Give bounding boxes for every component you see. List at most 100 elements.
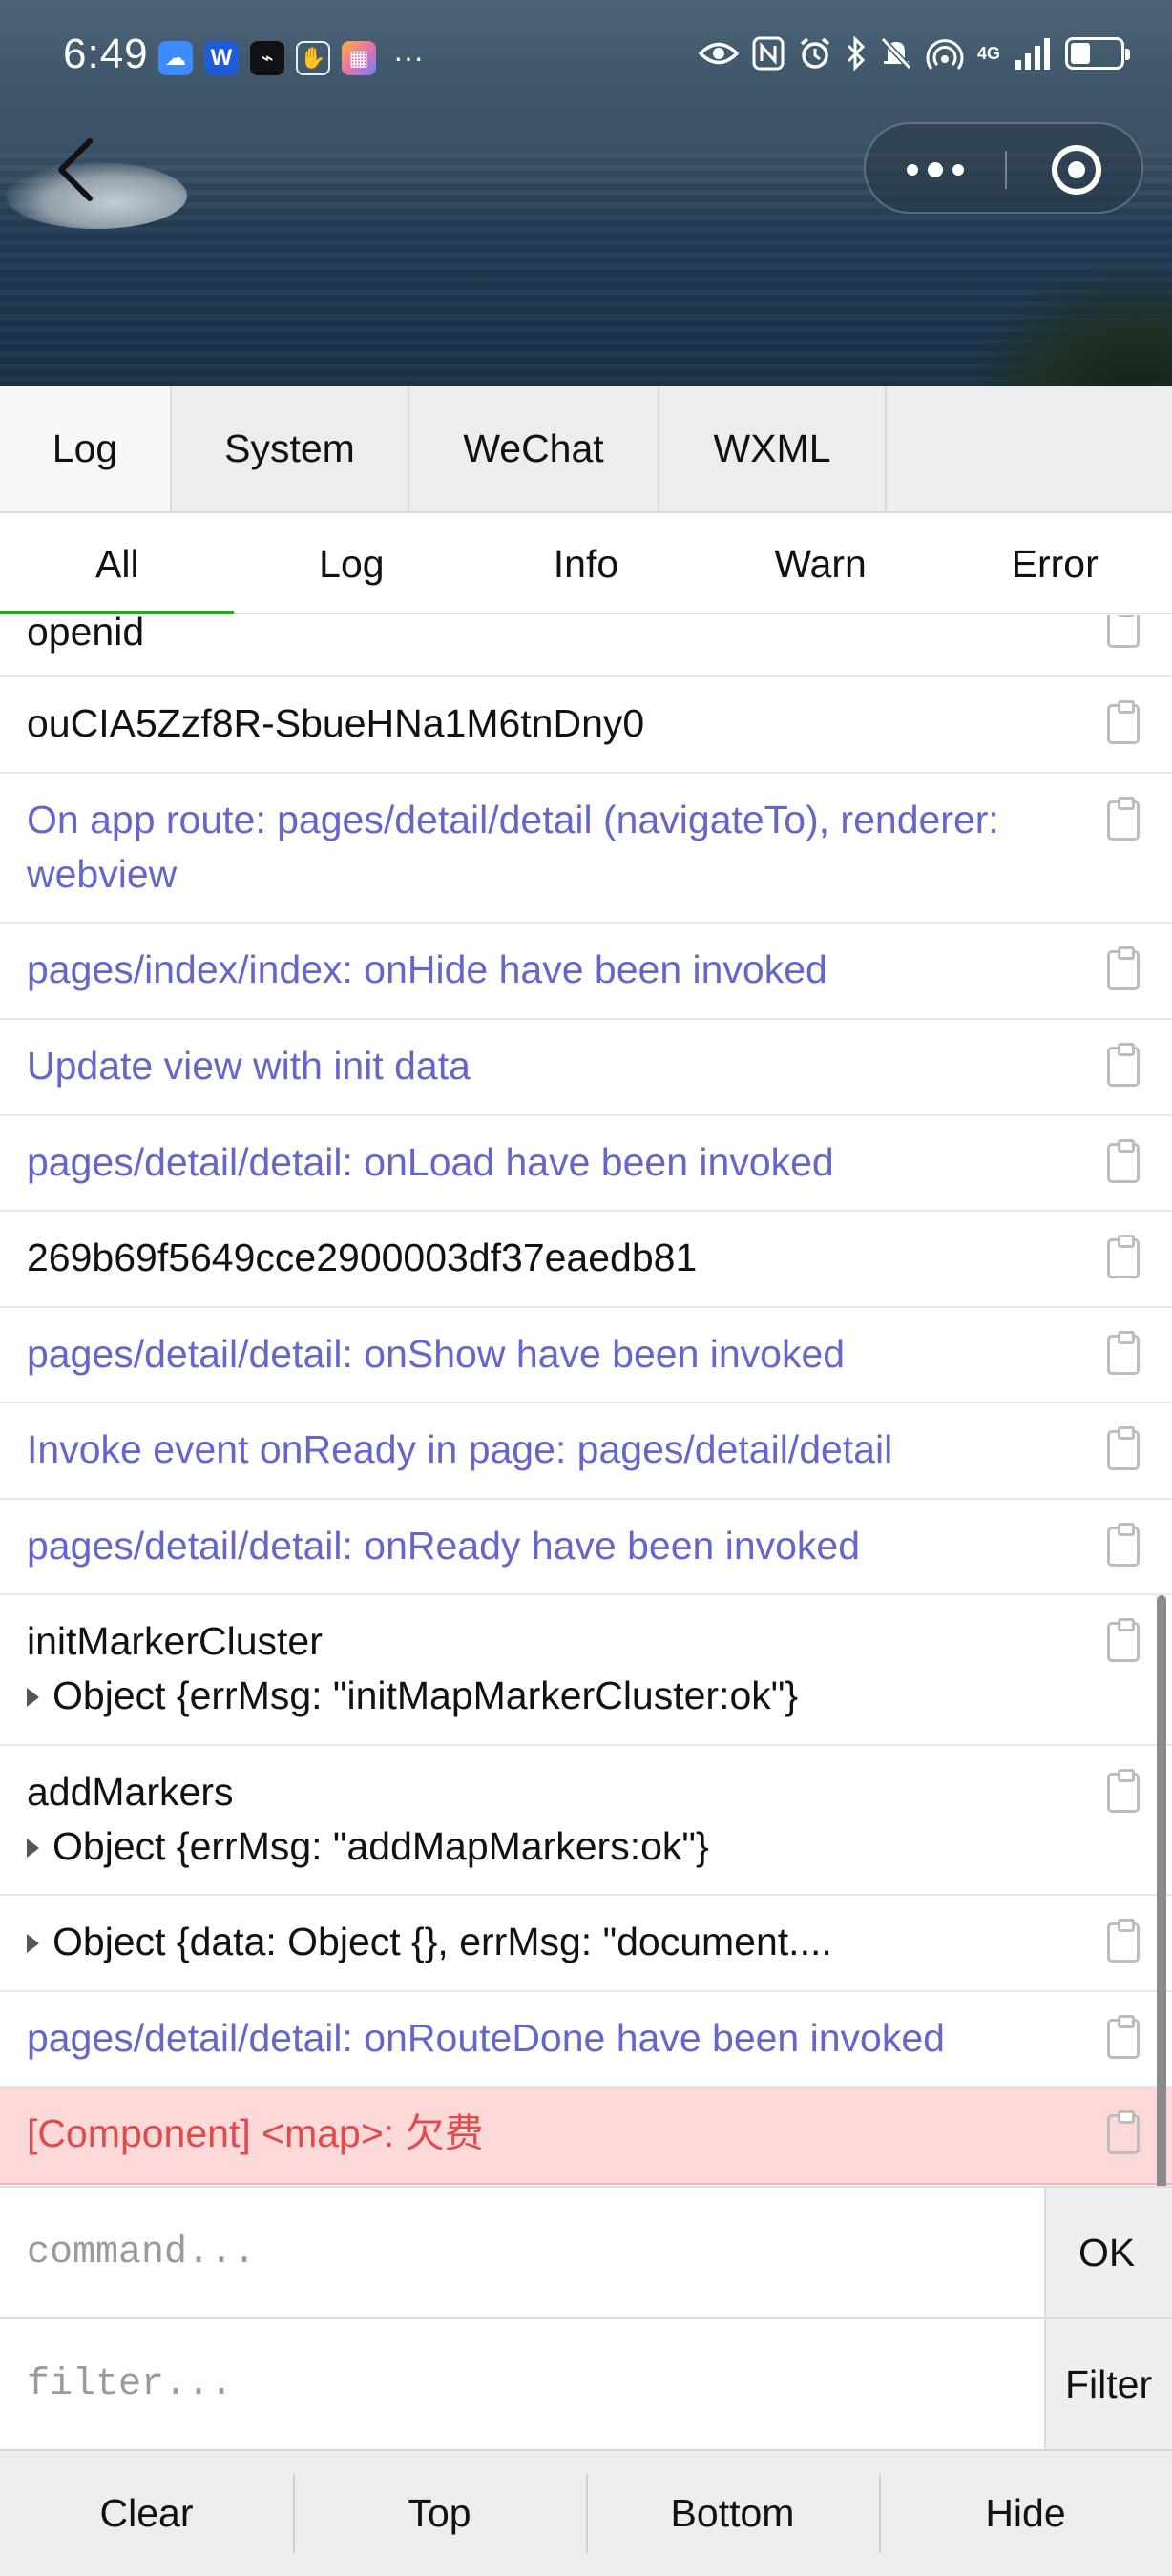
subtab-info[interactable]: Info xyxy=(469,515,703,613)
top-button[interactable]: Top xyxy=(293,2451,586,2576)
log-message-error: [Component] <map>: 欠费 xyxy=(27,2111,484,2155)
more-dots-icon[interactable] xyxy=(866,124,1005,216)
copy-icon[interactable] xyxy=(1107,2015,1140,2059)
status-bar: 6:49 ☁ W ⌁ ✋ ▦ ··· 4G xyxy=(0,0,1172,114)
signal-strength-icon xyxy=(1015,38,1050,70)
header-background-photo: 6:49 ☁ W ⌁ ✋ ▦ ··· 4G xyxy=(0,0,1172,386)
filter-button[interactable]: Filter xyxy=(1044,2319,1172,2449)
log-row: pages/detail/detail: onReady have been i… xyxy=(0,1500,1172,1595)
copy-icon[interactable] xyxy=(1107,1235,1140,1278)
expand-triangle-icon[interactable] xyxy=(27,1839,39,1858)
copy-icon[interactable] xyxy=(1107,946,1140,990)
bottom-button[interactable]: Bottom xyxy=(586,2451,879,2576)
object-summary: Object {errMsg: "initMapMarkerCluster:ok… xyxy=(52,1673,799,1717)
command-row: OK xyxy=(0,2186,1172,2317)
log-message: openid xyxy=(27,615,145,654)
log-row: Invoke event onReady in page: pages/deta… xyxy=(0,1403,1172,1500)
tab-wechat[interactable]: WeChat xyxy=(409,386,659,511)
w-app-icon: W xyxy=(204,40,239,75)
log-message: On app route: pages/detail/detail (navig… xyxy=(27,798,999,896)
copy-icon[interactable] xyxy=(1107,1043,1140,1087)
log-row: pages/index/index: onHide have been invo… xyxy=(0,924,1172,1020)
copy-icon[interactable] xyxy=(1107,615,1140,648)
clear-button[interactable]: Clear xyxy=(0,2451,293,2576)
log-row: Update view with init data xyxy=(0,1020,1172,1116)
hide-button[interactable]: Hide xyxy=(879,2451,1172,2576)
filter-input[interactable] xyxy=(0,2319,1044,2449)
log-row: ouCIA5Zzf8R-SbueHNa1M6tnDny0 xyxy=(0,677,1172,774)
command-input[interactable] xyxy=(0,2188,1044,2317)
log-message: pages/detail/detail: onShow have been in… xyxy=(27,1332,846,1376)
copy-icon[interactable] xyxy=(1107,1331,1140,1375)
log-row: pages/detail/detail: onShow have been in… xyxy=(0,1308,1172,1403)
log-row: openid xyxy=(0,615,1172,677)
miniprogram-capsule xyxy=(864,122,1143,214)
hotspot-icon xyxy=(926,39,964,70)
log-message: pages/detail/detail: onLoad have been in… xyxy=(27,1140,834,1184)
eye-comfort-icon xyxy=(698,42,739,65)
copy-icon[interactable] xyxy=(1107,700,1140,744)
copy-icon[interactable] xyxy=(1107,1523,1140,1567)
tab-log[interactable]: Log xyxy=(0,386,172,511)
log-row: addMarkers Object {errMsg: "addMapMarker… xyxy=(0,1746,1172,1896)
command-ok-button[interactable]: OK xyxy=(1044,2188,1172,2317)
log-label: initMarkerCluster xyxy=(27,1619,323,1663)
expandable-object[interactable]: Object {errMsg: "addMapMarkers:ok"} xyxy=(27,1819,1092,1874)
nfc-icon xyxy=(752,36,785,71)
subtab-warn[interactable]: Warn xyxy=(703,515,938,613)
expandable-object[interactable]: Object {errMsg: "initMapMarkerCluster:ok… xyxy=(27,1669,1092,1723)
log-message: initMarkerCluster Object {errMsg: "initM… xyxy=(27,1614,1092,1723)
log-row: On app route: pages/detail/detail (navig… xyxy=(0,774,1172,924)
log-message: Invoke event onReady in page: pages/deta… xyxy=(27,1427,893,1471)
alarm-icon xyxy=(800,37,830,69)
copy-icon[interactable] xyxy=(1107,1618,1140,1662)
back-arrow-icon[interactable] xyxy=(44,132,111,208)
cloud-app-icon: ☁ xyxy=(158,40,193,75)
bluetooth-icon xyxy=(847,36,866,71)
log-row: 269b69f5649cce2900003df37eaedb81 xyxy=(0,1212,1172,1308)
network-type-label: 4G xyxy=(976,44,1000,63)
expandable-object[interactable]: Object {data: Object {}, errMsg: "docume… xyxy=(27,1915,1092,1969)
log-message: Object {data: Object {}, errMsg: "docume… xyxy=(27,1915,1092,1969)
close-miniprogram-icon[interactable] xyxy=(1007,124,1145,216)
subtab-error[interactable]: Error xyxy=(937,515,1172,613)
bird-app-icon: ⌁ xyxy=(250,40,284,75)
subtab-log[interactable]: Log xyxy=(235,515,470,613)
log-row: Object {data: Object {}, errMsg: "docume… xyxy=(0,1896,1172,1992)
copy-icon[interactable] xyxy=(1107,2110,1140,2154)
tab-bar-filler xyxy=(887,386,1172,511)
status-app-icons: ☁ W ⌁ ✋ ▦ ··· xyxy=(158,40,424,75)
filter-row: Filter xyxy=(0,2317,1172,2449)
more-notifications-icon: ··· xyxy=(393,40,424,74)
command-area: OK Filter xyxy=(0,2186,1172,2449)
log-row: pages/detail/detail: onLoad have been in… xyxy=(0,1116,1172,1212)
log-message: ouCIA5Zzf8R-SbueHNa1M6tnDny0 xyxy=(27,701,645,745)
log-message: pages/index/index: onHide have been invo… xyxy=(27,947,827,991)
copy-icon[interactable] xyxy=(1107,1426,1140,1470)
expand-triangle-icon[interactable] xyxy=(27,1688,39,1707)
log-level-tabs: All Log Info Warn Error xyxy=(0,515,1172,614)
log-row-error: [Component] <map>: 欠费 xyxy=(0,2088,1172,2185)
console-tab-bar: Log System WeChat WXML xyxy=(0,386,1172,513)
object-summary: Object {errMsg: "addMapMarkers:ok"} xyxy=(52,1824,709,1868)
console-toolbar: Clear Top Bottom Hide xyxy=(0,2449,1172,2576)
color-app-icon: ▦ xyxy=(342,40,376,75)
log-message: pages/detail/detail: onReady have been i… xyxy=(27,1524,861,1568)
battery-level xyxy=(1071,43,1090,64)
status-time: 6:49 xyxy=(63,31,149,77)
log-message: 269b69f5649cce2900003df37eaedb81 xyxy=(27,1236,698,1279)
copy-icon[interactable] xyxy=(1107,1769,1140,1813)
log-message: Update view with init data xyxy=(27,1044,471,1088)
copy-icon[interactable] xyxy=(1107,797,1140,841)
log-message: addMarkers Object {errMsg: "addMapMarker… xyxy=(27,1765,1092,1874)
log-row: initMarkerCluster Object {errMsg: "initM… xyxy=(0,1595,1172,1746)
subtab-all[interactable]: All xyxy=(0,515,235,614)
copy-icon[interactable] xyxy=(1107,1139,1140,1183)
log-list[interactable]: openid ouCIA5Zzf8R-SbueHNa1M6tnDny0 On a… xyxy=(0,615,1172,2185)
expand-triangle-icon[interactable] xyxy=(27,1934,39,1953)
copy-icon[interactable] xyxy=(1107,1919,1140,1963)
tab-system[interactable]: System xyxy=(172,386,409,511)
log-label: addMarkers xyxy=(27,1770,234,1814)
tab-wxml[interactable]: WXML xyxy=(659,386,887,511)
status-system-icons: 4G xyxy=(698,36,1130,71)
